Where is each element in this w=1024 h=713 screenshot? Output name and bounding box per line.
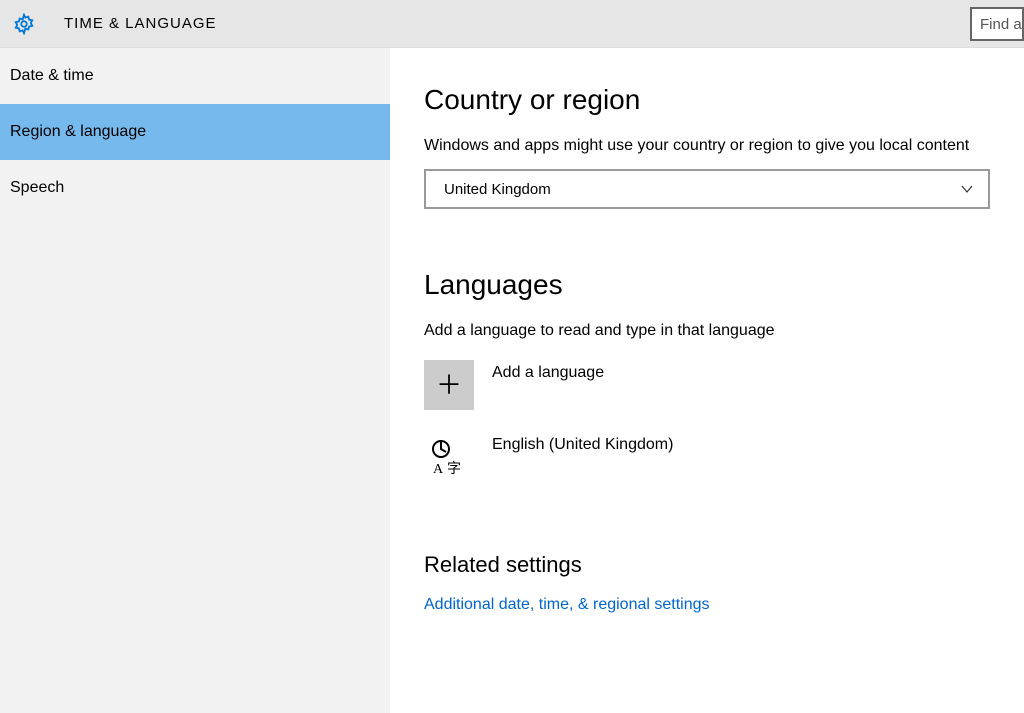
add-language-button[interactable]: ＋ Add a language <box>424 360 994 410</box>
plus-icon: ＋ <box>436 372 462 398</box>
country-region-selected: United Kingdom <box>444 181 551 198</box>
search-placeholder: Find a <box>980 16 1022 33</box>
sidebar-item-label: Speech <box>10 179 64 197</box>
svg-text:字: 字 <box>447 461 461 477</box>
sidebar-item-region-language[interactable]: Region & language <box>0 104 390 160</box>
related-settings-title: Related settings <box>424 552 994 578</box>
chevron-down-icon <box>960 182 974 196</box>
country-region-desc: Windows and apps might use your country … <box>424 134 984 157</box>
languages-desc: Add a language to read and type in that … <box>424 319 984 342</box>
country-region-dropdown[interactable]: United Kingdom <box>424 169 990 209</box>
gear-icon <box>12 12 36 36</box>
sidebar-item-label: Region & language <box>10 123 146 141</box>
sidebar-item-speech[interactable]: Speech <box>0 160 390 216</box>
add-language-label: Add a language <box>492 364 604 382</box>
header-title: TIME & LANGUAGE <box>64 15 217 32</box>
sidebar: Date & time Region & language Speech <box>0 48 390 713</box>
language-name: English (United Kingdom) <box>492 436 673 454</box>
header-bar: TIME & LANGUAGE Find a <box>0 0 1024 48</box>
search-input[interactable]: Find a <box>970 7 1024 41</box>
sidebar-item-label: Date & time <box>10 67 94 85</box>
language-item[interactable]: A 字 English (United Kingdom) <box>424 432 994 482</box>
additional-settings-link[interactable]: Additional date, time, & regional settin… <box>424 596 994 614</box>
add-language-tile: ＋ <box>424 360 474 410</box>
svg-text:A: A <box>433 462 444 477</box>
languages-title: Languages <box>424 269 994 301</box>
language-icon: A 字 <box>424 432 474 482</box>
sidebar-item-date-time[interactable]: Date & time <box>0 48 390 104</box>
content-area: Country or region Windows and apps might… <box>390 48 1024 713</box>
country-region-title: Country or region <box>424 84 994 116</box>
